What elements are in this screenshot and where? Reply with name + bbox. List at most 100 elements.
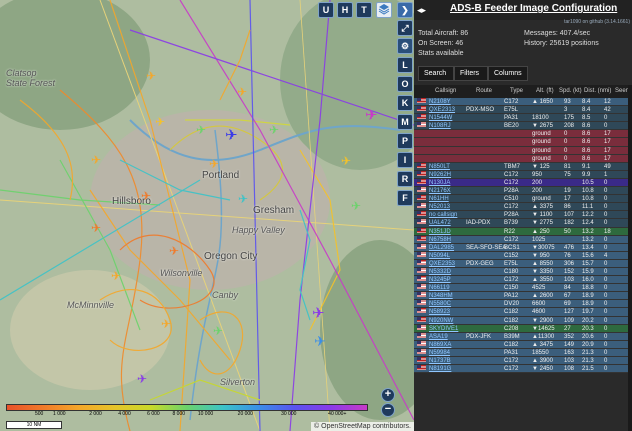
aircraft-marker[interactable]: ✈	[110, 270, 122, 282]
toggle-l-button[interactable]: L	[397, 57, 413, 73]
cell-callsign[interactable]: N2176X	[429, 187, 451, 195]
column-type[interactable]: Type	[510, 88, 523, 94]
toggle-p-button[interactable]: P	[397, 133, 413, 149]
cell-callsign[interactable]: N5094L	[429, 252, 450, 260]
cell-callsign[interactable]: N1544W	[429, 114, 452, 122]
table-scrollbar[interactable]	[628, 85, 632, 431]
table-row[interactable]: N6758H C172 1025 13.2 0	[414, 235, 632, 244]
table-row[interactable]: N9262H C172 950 75 9.9 1	[414, 170, 632, 179]
aircraft-marker[interactable]: ✈	[208, 158, 220, 170]
cell-callsign[interactable]: N2108Y	[429, 98, 451, 106]
toggle-k-button[interactable]: K	[397, 95, 413, 111]
panel-title[interactable]: ADS-B Feeder Image Configuration	[450, 3, 617, 14]
column-callsign[interactable]: Callsign	[435, 88, 456, 94]
table-row[interactable]: N850LT TBM7 ▼ 125 81 9.1 49	[414, 162, 632, 171]
aircraft-marker[interactable]: ✈	[140, 190, 152, 202]
aircraft-marker[interactable]: ✈	[225, 128, 238, 143]
cell-callsign[interactable]: N130JA	[429, 179, 450, 187]
column-route[interactable]: Route	[476, 88, 492, 94]
aircraft-marker[interactable]: ✈	[195, 124, 207, 136]
table-row[interactable]: N1544W PA31 18100 175 8.5 0	[414, 114, 632, 123]
table-row[interactable]: N3245P C172 ▲ 3550 103 16.0 0	[414, 276, 632, 285]
layers-icon[interactable]	[376, 2, 392, 18]
column-seen[interactable]: Seen	[615, 88, 629, 94]
aircraft-marker[interactable]: ✈	[212, 325, 224, 337]
aircraft-marker[interactable]: ✈	[136, 373, 148, 385]
table-row[interactable]: QXE2313 PDX-MSO E75L 3 8.4 42	[414, 106, 632, 115]
cell-callsign[interactable]: N3245P	[429, 276, 451, 284]
cell-callsign[interactable]: SKYDIVE1	[429, 325, 458, 333]
aircraft-marker[interactable]: ✈	[268, 124, 280, 136]
cell-callsign[interactable]: QXE2313	[429, 106, 455, 114]
column-speed[interactable]: Spd. (kt)	[559, 88, 582, 94]
gear-icon[interactable]: ⚙	[397, 38, 413, 54]
table-row[interactable]: N348HM PA12 ▲ 2600 67 18.9 0	[414, 292, 632, 301]
toggle-h-button[interactable]: H	[337, 2, 353, 18]
aircraft-marker[interactable]: ✈	[237, 193, 249, 205]
aircraft-marker[interactable]: ✈	[90, 154, 102, 166]
toggle-t-button[interactable]: T	[356, 2, 372, 18]
table-row[interactable]: N1737B C172 ▲ 3900 103 21.3 0	[414, 357, 632, 366]
aircraft-marker[interactable]: ✈	[168, 245, 180, 257]
toggle-m-button[interactable]: M	[397, 114, 413, 130]
collapse-panel-icon[interactable]: ❯	[397, 2, 413, 18]
table-row[interactable]: N351JD R22 ▲ 250 50 13.2 18	[414, 227, 632, 236]
aircraft-marker[interactable]: ✈	[314, 334, 326, 348]
aircraft-marker[interactable]: ✈	[90, 222, 102, 234]
table-row[interactable]: DAL2985 SEA-SFO-SEA BCS1 ▼30075 476 13.4 0	[414, 243, 632, 252]
cell-callsign[interactable]: N348HM	[429, 292, 453, 300]
cell-callsign[interactable]: N8191G	[429, 365, 451, 373]
cell-callsign[interactable]: N5580C	[429, 300, 451, 308]
aircraft-marker[interactable]: ✈	[340, 155, 352, 167]
cell-callsign[interactable]: N351JD	[429, 228, 451, 236]
version-link[interactable]: tar1090 on github (3.14.1661)	[564, 19, 630, 25]
table-row[interactable]: N59984 PA31 18550 163 21.3 0	[414, 348, 632, 357]
cell-callsign[interactable]: N5332D	[429, 268, 451, 276]
tab-search[interactable]: Search	[418, 66, 454, 81]
cell-callsign[interactable]: N850LT	[429, 163, 450, 171]
cell-callsign[interactable]: N58923	[429, 308, 450, 316]
panel-toggle-icon[interactable]: ◂▸	[417, 5, 426, 16]
table-row[interactable]: N130JA C172 200 10.5 0	[414, 178, 632, 188]
cell-callsign[interactable]: UAL472	[429, 219, 451, 227]
table-row[interactable]: N5094L C152 ▼ 950 76 15.6 4	[414, 251, 632, 260]
table-row[interactable]: N5332D C180 ▼ 3350 152 15.9 0	[414, 267, 632, 277]
aircraft-marker[interactable]: ✈	[236, 86, 248, 98]
cell-callsign[interactable]: N1737B	[429, 357, 451, 365]
table-row[interactable]: N61HH C510 ground 17 10.8 0	[414, 195, 632, 204]
tab-columns[interactable]: Columns	[488, 66, 528, 81]
table-row[interactable]: N58923 C182 4600 127 19.7 0	[414, 308, 632, 317]
cell-callsign[interactable]: N61HH	[429, 195, 449, 203]
aircraft-marker[interactable]: ✈	[145, 70, 157, 82]
table-row[interactable]: SKYDIVE1 C208 ▼14625 27 20.3 0	[414, 324, 632, 333]
table-row[interactable]: N869XA C182 ▲ 3475 149 20.9 0	[414, 340, 632, 349]
table-row[interactable]: N5580C DV20 6600 69 18.9 0	[414, 300, 632, 309]
aircraft-marker[interactable]: ✈	[312, 306, 325, 321]
cell-callsign[interactable]: DAL2985	[429, 244, 454, 252]
column-distance[interactable]: Dist. (nmi)	[584, 88, 611, 94]
cell-callsign[interactable]: N59984	[429, 349, 450, 357]
cell-callsign[interactable]: N869XA	[429, 341, 451, 349]
table-row[interactable]: ground 0 8.6 17	[414, 154, 632, 163]
cell-callsign[interactable]: N108RJ	[429, 122, 451, 130]
aircraft-marker[interactable]: ✈	[350, 200, 362, 212]
table-row[interactable]: N8191G C172 ▼ 2450 108 21.5 0	[414, 365, 632, 374]
table-row[interactable]: N2108Y C172 ▲ 1650 93 8.4 12	[414, 98, 632, 107]
table-row[interactable]: N2176X P28A 200 19 10.8 0	[414, 187, 632, 196]
table-row[interactable]: ground 0 8.6 17	[414, 138, 632, 147]
table-row[interactable]: N52013 C172 ▲ 3375 86 11.1 0	[414, 203, 632, 212]
toggle-u-button[interactable]: U	[318, 2, 334, 18]
map-view[interactable]: Clatsop State Forest Portland Hillsboro …	[0, 0, 414, 431]
toggle-f-button[interactable]: F	[397, 190, 413, 206]
toggle-o-button[interactable]: O	[397, 76, 413, 92]
table-row[interactable]: no callsign P28A ▼ 1100 107 12.2 0	[414, 211, 632, 220]
toggle-i-button[interactable]: I	[397, 152, 413, 168]
cell-callsign[interactable]: N66119	[429, 284, 450, 292]
tab-filters[interactable]: Filters	[454, 66, 488, 81]
cell-callsign[interactable]: ASA19	[429, 333, 448, 341]
stats-available-link[interactable]: Stats available	[418, 50, 464, 57]
toggle-r-button[interactable]: R	[397, 171, 413, 187]
table-row[interactable]: ground 0 8.6 17	[414, 146, 632, 155]
zoom-in-button[interactable]: +	[381, 388, 395, 402]
aircraft-marker[interactable]: ✈	[160, 318, 172, 330]
